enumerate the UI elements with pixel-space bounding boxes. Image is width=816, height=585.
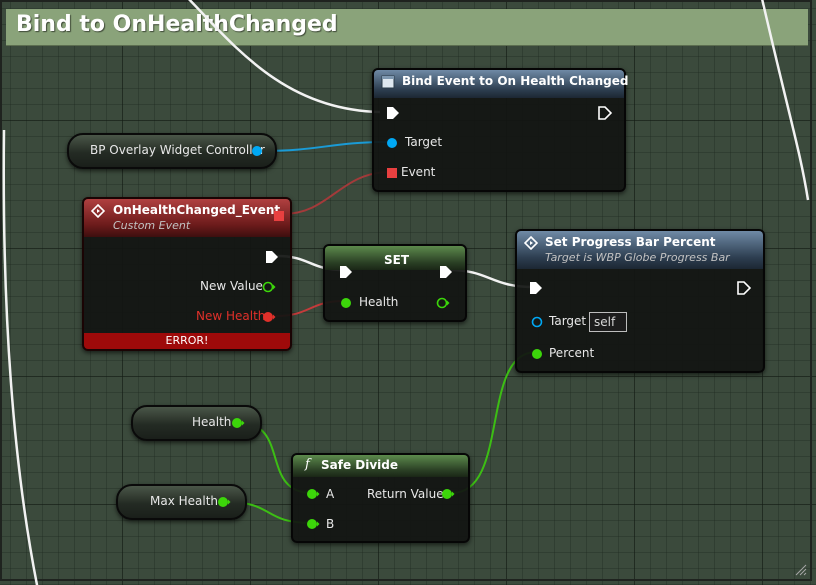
exec-out-icon[interactable] xyxy=(265,250,279,264)
wire-exec-left-edge xyxy=(2,129,39,585)
return-value-pin-icon[interactable] xyxy=(441,488,455,500)
health-var-pin-icon[interactable] xyxy=(231,417,245,429)
max-health-var-pin-icon[interactable] xyxy=(217,496,231,508)
event-diamond-icon xyxy=(91,204,105,218)
exec-out-icon[interactable] xyxy=(439,265,453,279)
exec-in-icon[interactable] xyxy=(386,106,400,120)
delegate-pin-icon[interactable] xyxy=(273,210,285,222)
exec-in-icon[interactable] xyxy=(339,265,353,279)
health-in-pin-icon[interactable] xyxy=(340,297,352,309)
set-title: SET xyxy=(384,253,410,267)
new-health-label: New Health xyxy=(196,309,266,323)
wire-exec-incoming xyxy=(188,0,381,114)
a-pin-icon[interactable] xyxy=(306,488,320,500)
error-bar: ERROR! xyxy=(84,333,290,349)
health-out-pin-icon[interactable] xyxy=(436,297,450,309)
custom-event-node[interactable]: OnHealthChanged_Event Custom Event New V… xyxy=(82,197,292,351)
health-var-label: Health xyxy=(192,415,232,429)
bind-event-title: Bind Event to On Health Changed xyxy=(402,74,629,88)
wire-target-object xyxy=(261,141,391,152)
set-progress-title: Set Progress Bar Percent xyxy=(545,235,716,249)
return-value-label: Return Value xyxy=(367,487,444,501)
set-progress-node[interactable]: Set Progress Bar Percent Target is WBP G… xyxy=(515,229,765,373)
custom-event-subtitle: Custom Event xyxy=(113,219,191,232)
new-health-pin-icon[interactable] xyxy=(262,311,276,323)
target-pin-label: Target xyxy=(405,135,443,149)
b-pin-label: B xyxy=(326,517,335,531)
controller-pin-icon[interactable] xyxy=(251,145,263,157)
controller-variable-node[interactable]: BP Overlay Widget Controller xyxy=(67,133,277,169)
event-dispatcher-icon xyxy=(381,75,395,89)
set-health-label: Health xyxy=(359,295,399,309)
target-pin-icon[interactable] xyxy=(386,137,398,149)
set-node[interactable]: SET Health xyxy=(323,244,467,322)
max-health-var-label: Max Health xyxy=(150,494,219,508)
b-pin-icon[interactable] xyxy=(306,518,320,530)
percent-pin-icon[interactable] xyxy=(531,348,543,360)
a-pin-label: A xyxy=(326,487,335,501)
health-variable-node[interactable]: Health xyxy=(131,405,262,441)
exec-out-icon[interactable] xyxy=(598,106,612,120)
target-pin-icon[interactable] xyxy=(531,316,543,328)
controller-label: BP Overlay Widget Controller xyxy=(90,143,265,157)
exec-in-icon[interactable] xyxy=(529,281,543,295)
exec-out-icon[interactable] xyxy=(737,281,751,295)
target-self-field[interactable]: self xyxy=(589,312,627,332)
safe-divide-title: Safe Divide xyxy=(321,458,399,472)
wire-exec-right-edge xyxy=(761,0,810,201)
new-value-pin-icon[interactable] xyxy=(262,281,276,293)
function-diamond-icon xyxy=(524,236,538,250)
event-pin-label: Event xyxy=(401,165,436,179)
max-health-variable-node[interactable]: Max Health xyxy=(116,484,247,520)
target-pin-label: Target xyxy=(549,314,587,328)
bind-event-node[interactable]: Bind Event to On Health Changed Target E… xyxy=(372,68,629,192)
new-value-label: New Value xyxy=(200,279,263,293)
safe-divide-node[interactable]: f Safe Divide A B Return Value xyxy=(291,453,470,543)
custom-event-title: OnHealthChanged_Event xyxy=(113,203,281,217)
percent-pin-label: Percent xyxy=(549,346,595,360)
resize-grip-icon xyxy=(795,564,807,576)
event-pin-icon[interactable] xyxy=(386,167,398,179)
function-f-icon: f xyxy=(305,457,310,472)
set-progress-subtitle: Target is WBP Globe Progress Bar xyxy=(545,251,730,264)
